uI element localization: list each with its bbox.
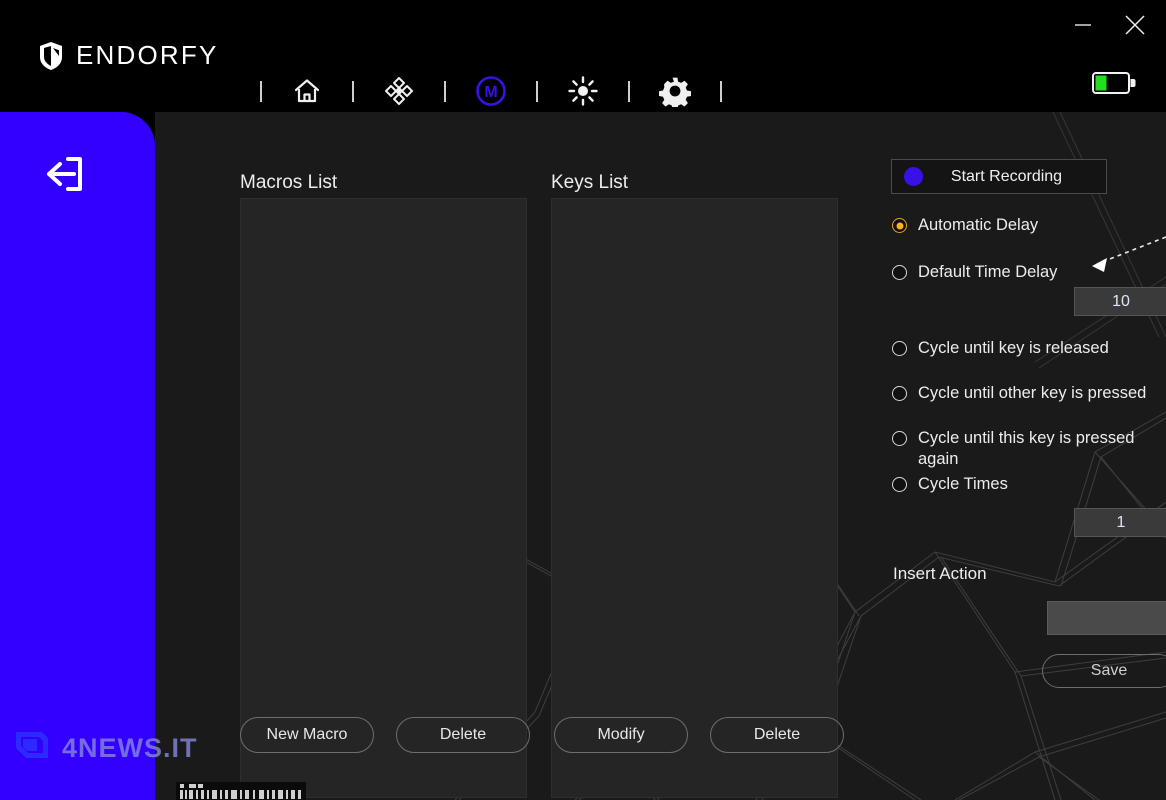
brand: ENDORFY bbox=[38, 40, 219, 71]
insert-action-label: Insert Action bbox=[893, 564, 987, 583]
radio-label: Cycle until this key is pressed again bbox=[918, 429, 1135, 468]
sidebar bbox=[0, 112, 155, 800]
start-recording-button[interactable]: Start Recording bbox=[891, 159, 1107, 194]
title-bar: ENDORFY M bbox=[0, 0, 1166, 112]
minimize-button[interactable] bbox=[1066, 10, 1100, 40]
toolbar-separator bbox=[352, 80, 354, 102]
radio-indicator bbox=[892, 218, 907, 233]
keys-list-box[interactable] bbox=[551, 198, 838, 798]
close-button[interactable] bbox=[1118, 10, 1152, 40]
endorfy-logo-icon bbox=[40, 41, 62, 70]
radio-indicator bbox=[892, 265, 907, 280]
keys-list-title: Keys List bbox=[551, 172, 629, 193]
delete-key-button[interactable]: Delete bbox=[710, 717, 844, 753]
radio-cycle-until-this-key-pressed-again[interactable]: Cycle until this key is pressed again bbox=[892, 428, 1160, 470]
toolbar-separator bbox=[720, 80, 722, 102]
toolbar-home-icon[interactable] bbox=[284, 68, 330, 114]
svg-text:M: M bbox=[484, 84, 497, 101]
cycle-times-input[interactable]: 1 bbox=[1074, 508, 1166, 537]
toolbar-separator bbox=[260, 80, 262, 102]
radio-cycle-until-key-released[interactable]: Cycle until key is released bbox=[892, 338, 1160, 359]
save-button[interactable]: Save bbox=[1042, 654, 1166, 688]
window-controls bbox=[1066, 10, 1152, 40]
toolbar-dpi-target-icon[interactable] bbox=[376, 68, 422, 114]
start-recording-label: Start Recording bbox=[950, 167, 1063, 185]
toolbar-separator bbox=[628, 80, 630, 102]
radio-label: Cycle until other key is pressed bbox=[918, 384, 1147, 402]
radio-cycle-times[interactable]: Cycle Times bbox=[892, 474, 1160, 495]
radio-indicator bbox=[892, 386, 907, 401]
list-action-buttons: New Macro Delete Modify Delete bbox=[240, 717, 844, 753]
default-time-delay-input[interactable]: 10 bbox=[1074, 287, 1166, 316]
brand-name: ENDORFY bbox=[76, 40, 219, 70]
main-toolbar: M bbox=[238, 68, 744, 114]
toolbar-brightness-icon[interactable] bbox=[560, 68, 606, 114]
toolbar-separator bbox=[444, 80, 446, 102]
main-content: Macros List Keys List New Macro Delete M… bbox=[155, 112, 1166, 800]
toolbar-gear-icon[interactable] bbox=[652, 68, 698, 114]
back-exit-arrow-icon[interactable] bbox=[40, 152, 88, 196]
modify-key-button[interactable]: Modify bbox=[554, 717, 688, 753]
radio-indicator bbox=[892, 431, 907, 446]
radio-indicator bbox=[892, 341, 907, 356]
application-window: ENDORFY M Macros List Keys List New Macr… bbox=[0, 0, 1166, 800]
radio-automatic-delay[interactable]: Automatic Delay bbox=[892, 215, 1160, 236]
new-macro-button[interactable]: New Macro bbox=[240, 717, 374, 753]
radio-cycle-until-other-key-pressed[interactable]: Cycle until other key is pressed bbox=[892, 383, 1160, 404]
insert-action-dropdown[interactable] bbox=[1047, 601, 1166, 635]
macro-settings-panel: Start Recording Automatic Delay Default … bbox=[882, 112, 1166, 800]
radio-label: Cycle until key is released bbox=[918, 339, 1109, 357]
radio-label: Cycle Times bbox=[918, 475, 1008, 493]
radio-indicator bbox=[892, 477, 907, 492]
radio-default-time-delay[interactable]: Default Time Delay bbox=[892, 262, 1160, 283]
macros-list-title: Macros List bbox=[240, 172, 338, 193]
radio-label: Automatic Delay bbox=[918, 216, 1039, 234]
radio-label: Default Time Delay bbox=[918, 263, 1058, 281]
toolbar-separator bbox=[536, 80, 538, 102]
record-indicator-icon bbox=[904, 167, 923, 186]
delete-macro-button[interactable]: Delete bbox=[396, 717, 530, 753]
macros-list-box[interactable] bbox=[240, 198, 527, 798]
battery-icon bbox=[1092, 70, 1136, 96]
toolbar-macro-m-icon[interactable]: M bbox=[468, 68, 514, 114]
